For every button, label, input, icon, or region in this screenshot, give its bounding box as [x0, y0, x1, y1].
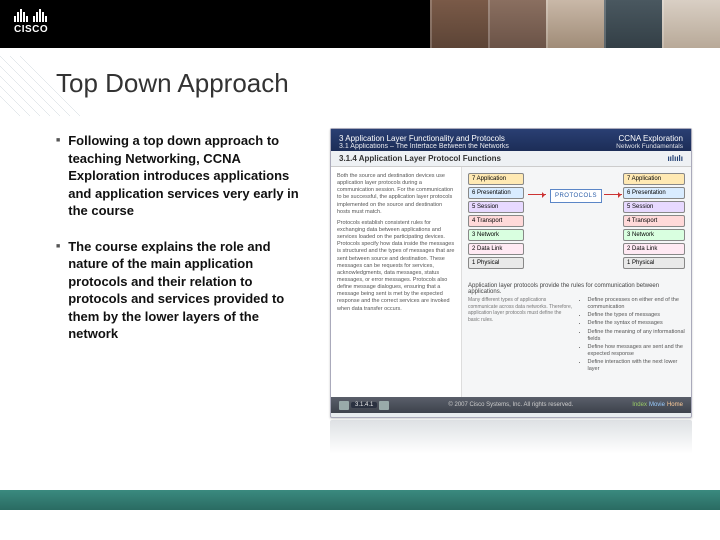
osi-layer: 2 Data Link — [468, 243, 524, 255]
banner-people-image — [430, 0, 720, 48]
rule-item: Define processes on either end of the co… — [588, 297, 686, 311]
rule-item: Define interaction with the next lower l… — [588, 359, 686, 373]
rule-item: Define the types of messages — [588, 312, 686, 319]
lower-right-box: Define processes on either end of the co… — [580, 297, 686, 374]
osi-layer: 1 Physical — [468, 257, 524, 269]
app-footer: 3.1.4.1 © 2007 Cisco Systems, Inc. All r… — [331, 397, 691, 413]
page-indicator: 3.1.4.1 — [351, 402, 377, 408]
body-para: Both the source and destination devices … — [337, 173, 455, 216]
slide-title: Top Down Approach — [56, 68, 289, 99]
cisco-mini-logo-icon: ıılıılı — [667, 154, 683, 163]
footer-link[interactable]: Index — [632, 402, 647, 408]
cisco-logo: CISCO — [14, 8, 48, 35]
osi-layer: 5 Session — [468, 201, 524, 213]
osi-layer: 1 Physical — [623, 257, 685, 269]
body-text-column: Both the source and destination devices … — [331, 167, 461, 397]
footer-legal: © 2007 Cisco Systems, Inc. All rights re… — [448, 402, 573, 408]
osi-stack-right: 7 Application 6 Presentation 5 Session 4… — [623, 173, 685, 269]
body-para: Protocols establish consistent rules for… — [337, 220, 455, 313]
bullet-text: Following a top down approach to teachin… — [68, 132, 306, 220]
osi-layer: 6 Presentation — [623, 187, 685, 199]
osi-layer: 5 Session — [623, 201, 685, 213]
osi-layer: 4 Transport — [468, 215, 524, 227]
lower-left-box: Many different types of applications com… — [468, 297, 574, 374]
bullet-item: The course explains the role and nature … — [56, 238, 306, 343]
osi-layer: 7 Application — [468, 173, 524, 185]
arrow-icon — [604, 194, 622, 195]
rule-item: Define the syntax of messages — [588, 320, 686, 327]
footer-links: Index Movie Home — [632, 402, 683, 408]
diagram-caption: Application layer protocols provide the … — [468, 283, 685, 295]
app-titlebar: 3 Application Layer Functionality and Pr… — [331, 129, 691, 151]
diagram-lower: Many different types of applications com… — [468, 297, 685, 374]
bullet-text: The course explains the role and nature … — [68, 238, 306, 343]
osi-layer: 4 Transport — [623, 215, 685, 227]
protocols-box: PROTOCOLS — [550, 189, 602, 203]
rule-item: Define the meaning of any informational … — [588, 329, 686, 343]
app-body: Both the source and destination devices … — [331, 167, 691, 397]
arrow-icon — [528, 194, 546, 195]
footer-link[interactable]: Movie — [649, 402, 665, 408]
titlebar-subheading: 3.1 Applications – The Interface Between… — [339, 143, 509, 150]
top-banner: CISCO — [0, 0, 720, 48]
titlebar-course-sub: Network Fundamentals — [616, 143, 683, 150]
cisco-logo-text: CISCO — [14, 24, 48, 35]
section-heading: 3.1.4 Application Layer Protocol Functio… — [339, 154, 501, 163]
titlebar-heading: 3 Application Layer Functionality and Pr… — [339, 134, 509, 143]
osi-layer: 2 Data Link — [623, 243, 685, 255]
app-window: 3 Application Layer Functionality and Pr… — [330, 128, 692, 418]
slide: CISCO Top Down Approach Following a top … — [0, 0, 720, 540]
bullet-list: Following a top down approach to teachin… — [56, 132, 306, 361]
diagram-column: 7 Application 6 Presentation 5 Session 4… — [461, 167, 691, 397]
prev-button-icon[interactable] — [339, 401, 349, 410]
osi-layer: 3 Network — [468, 229, 524, 241]
osi-layer: 7 Application — [623, 173, 685, 185]
reflection-decoration — [330, 420, 692, 454]
next-button-icon[interactable] — [379, 401, 389, 410]
titlebar-course: CCNA Exploration — [616, 134, 683, 143]
footer-link[interactable]: Home — [667, 402, 683, 408]
cisco-logo-bars-icon — [14, 8, 48, 22]
bullet-item: Following a top down approach to teachin… — [56, 132, 306, 220]
app-subbar: 3.1.4 Application Layer Protocol Functio… — [331, 151, 691, 167]
osi-layer: 6 Presentation — [468, 187, 524, 199]
rule-item: Define how messages are sent and the exp… — [588, 344, 686, 358]
footer-nav: 3.1.4.1 — [339, 401, 389, 410]
osi-stack-left: 7 Application 6 Presentation 5 Session 4… — [468, 173, 524, 269]
osi-layer: 3 Network — [623, 229, 685, 241]
embedded-screenshot: 3 Application Layer Functionality and Pr… — [330, 128, 692, 458]
bottom-accent-bar — [0, 490, 720, 510]
